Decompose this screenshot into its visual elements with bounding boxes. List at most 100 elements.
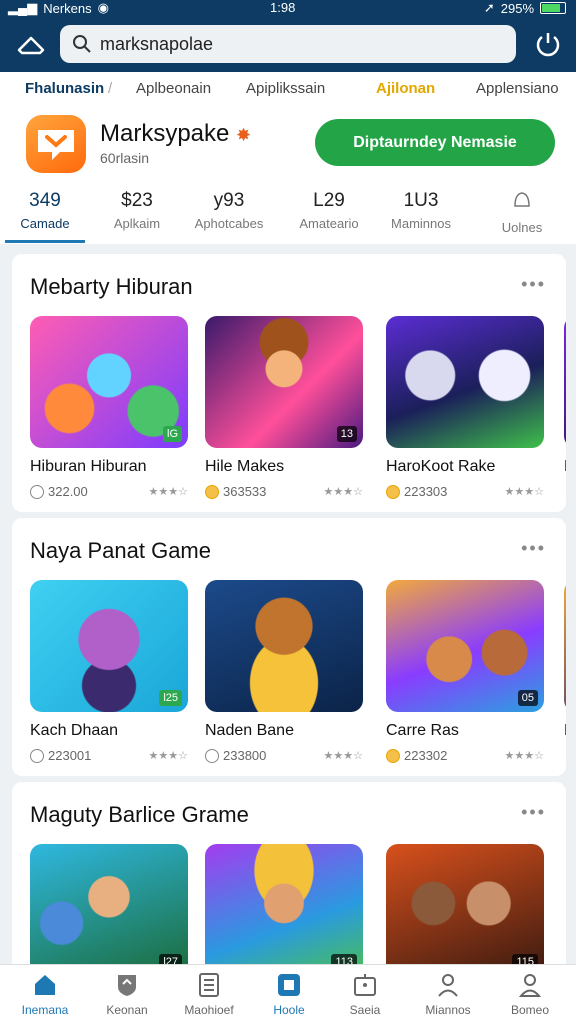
status-bar: ▂▄▆ Nerkens ◉ 1:98 ➚ 295% (0, 0, 576, 18)
app-thumbnail: lG (30, 316, 188, 448)
age-badge: 05 (517, 690, 538, 706)
stat-tab-0[interactable]: 349 Camade (0, 190, 90, 243)
profile-icon (518, 974, 542, 997)
badge-icon: ✸ (236, 125, 252, 145)
nav-item-home[interactable]: Inemana (5, 971, 85, 1017)
download-icon (30, 748, 44, 763)
app-tile[interactable]: Ra (564, 316, 566, 476)
document-icon (199, 973, 219, 997)
nav-item-saeia[interactable]: Saeia (325, 971, 405, 1017)
wifi-icon: ◉ (97, 0, 109, 15)
download-count: 223001 (48, 748, 92, 763)
stat-tab-1[interactable]: $23 Aplkaim (92, 190, 182, 231)
download-icon (205, 484, 219, 499)
stat-tab-2[interactable]: y93 Aphotcabes (184, 190, 274, 231)
more-options-icon[interactable]: ••• (521, 802, 546, 823)
category-tab-2[interactable]: Apiplikssain (246, 80, 325, 97)
power-button[interactable] (532, 28, 564, 60)
app-tile[interactable]: l27 (30, 844, 188, 976)
home-outline-icon (17, 36, 45, 55)
divider: / (108, 80, 113, 97)
stat-tab-4[interactable]: 1U3 Maminnos (376, 190, 466, 231)
bottom-navigation: Inemana Keonan Maohioef Hoole Saeia Mian… (0, 964, 576, 1024)
category-tab-4[interactable]: Applensiano (476, 80, 559, 97)
download-count: 223303 (404, 484, 448, 499)
app-tile[interactable]: 113 (205, 844, 363, 976)
stat-tab-5[interactable]: Uolnes (477, 190, 567, 235)
nav-item-hoole[interactable]: Hoole (249, 971, 329, 1017)
app-subtitle: 60rlasin (100, 150, 150, 166)
location-icon: ➚ (483, 0, 495, 15)
app-title: Ra (564, 458, 566, 476)
app-thumbnail: 113 (205, 844, 363, 976)
top-bar: ▂▄▆ Nerkens ◉ 1:98 ➚ 295% (0, 0, 576, 72)
app-thumbnail (386, 316, 544, 448)
app-name: Marksypake ✸ (100, 120, 252, 147)
search-input[interactable] (100, 33, 480, 55)
search-icon (73, 35, 91, 53)
clock: 1:98 (270, 0, 296, 15)
age-badge: 13 (336, 426, 357, 442)
app-tile[interactable]: HaroKoot Rake 223303 ★★★☆ (386, 316, 544, 499)
signal-icon: ▂▄▆ (8, 0, 38, 15)
app-thumbnail (564, 316, 566, 448)
rating-stars: ★★★☆ (148, 750, 188, 762)
stat-tab-3[interactable]: L29 Amateario (284, 190, 374, 231)
download-icon (386, 484, 400, 499)
app-thumbnail: l25 (30, 580, 188, 712)
app-title: Hile Makes (205, 458, 285, 475)
download-count: 322.00 (48, 484, 88, 499)
briefcase-icon (354, 974, 376, 996)
app-tile[interactable]: l25 Kach Dhaan 223001 ★★★☆ (30, 580, 188, 763)
section-title: Naya Panat Game (30, 538, 211, 563)
app-thumbnail: l27 (30, 844, 188, 976)
nav-item-bomeo[interactable]: Bomeo (490, 971, 570, 1017)
app-thumbnail: 13 (205, 316, 363, 448)
rating-stars: ★★★☆ (323, 486, 363, 498)
app-tile[interactable]: Naden Bane 233800 ★★★☆ (205, 580, 363, 763)
nav-item-document[interactable]: Maohioef (169, 971, 249, 1017)
download-count: 363533 (223, 484, 267, 499)
section-entertainment: Mebarty Hiburan ••• lG Hiburan Hiburan 3… (12, 254, 566, 512)
app-thumbnail: 115 (386, 844, 544, 976)
home-button[interactable] (14, 28, 48, 62)
more-options-icon[interactable]: ••• (521, 274, 546, 295)
app-title: Ni (564, 722, 566, 740)
age-badge: l25 (159, 690, 182, 706)
app-title: Hiburan Hiburan (30, 458, 147, 475)
download-icon (30, 484, 44, 499)
app-logo (26, 115, 86, 173)
nav-item-miannos[interactable]: Miannos (408, 971, 488, 1017)
battery-icon (540, 2, 566, 14)
app-thumbnail (564, 580, 566, 712)
battery-percent: 295% (500, 0, 534, 16)
app-tile[interactable]: Ni (564, 580, 566, 740)
install-button[interactable]: Diptaurndey Nemasie (315, 119, 555, 166)
category-tab-1[interactable]: Aplbeonain (136, 80, 211, 97)
app-title: HaroKoot Rake (386, 458, 496, 475)
category-tab-0[interactable]: Fhalunasin (25, 80, 104, 97)
section-title: Mebarty Hiburan (30, 274, 193, 299)
app-tile[interactable]: 115 (386, 844, 544, 976)
download-icon (386, 748, 400, 763)
app-title: Kach Dhaan (30, 722, 119, 739)
app-tile[interactable]: 05 Carre Ras 223302 ★★★☆ (386, 580, 544, 763)
power-icon (536, 33, 560, 57)
rating-stars: ★★★☆ (148, 486, 188, 498)
download-icon (205, 748, 219, 763)
app-tile[interactable]: lG Hiburan Hiburan 322.00 ★★★☆ (30, 316, 188, 499)
app-title: Naden Bane (205, 722, 294, 739)
search-bar[interactable] (60, 25, 516, 63)
stats-tabs: 349 Camade $23 Aplkaim y93 Aphotcabes L29 Am… (0, 190, 576, 244)
nav-item-shield[interactable]: Keonan (87, 971, 167, 1017)
app-tile[interactable]: 13 Hile Makes 363533 ★★★☆ (205, 316, 363, 499)
app-thumbnail: 05 (386, 580, 544, 712)
more-options-icon[interactable]: ••• (521, 538, 546, 559)
chevron-logo-icon (38, 130, 74, 160)
age-badge: lG (163, 426, 182, 442)
category-tab-3[interactable]: Ajilonan (376, 80, 435, 97)
section-new-games: Naya Panat Game ••• l25 Kach Dhaan 22300… (12, 518, 566, 776)
section-popular-games: Maguty Barlice Grame ••• l27 113 115 (12, 782, 566, 982)
app-thumbnail (205, 580, 363, 712)
home-icon (35, 975, 55, 995)
